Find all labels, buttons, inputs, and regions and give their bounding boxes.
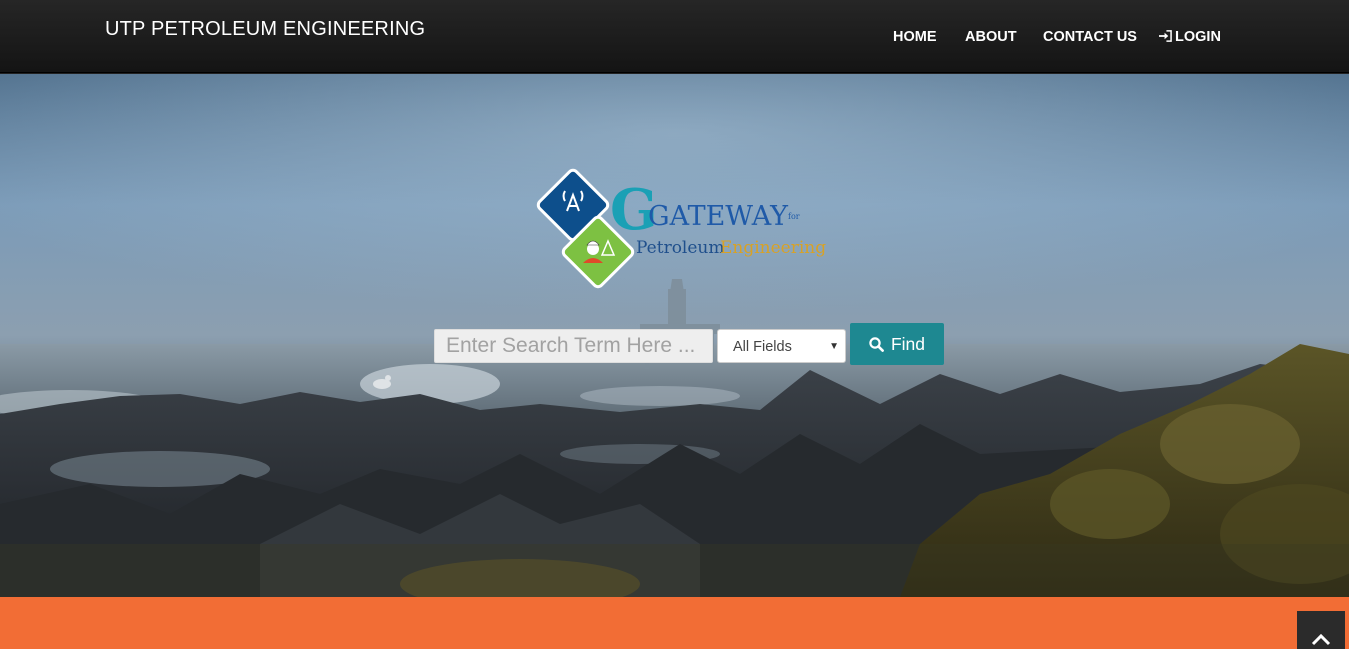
- sign-in-icon: [1159, 30, 1172, 42]
- orange-section: [0, 597, 1349, 649]
- search-input[interactable]: [434, 329, 713, 363]
- chevron-down-icon: ▼: [829, 341, 839, 352]
- nav-home[interactable]: HOME: [893, 29, 937, 45]
- logo-engineering-text: Engineering: [720, 238, 826, 258]
- navbar: UTP PETROLEUM ENGINEERING HOME ABOUT CON…: [0, 0, 1349, 73]
- brand-link[interactable]: UTP PETROLEUM ENGINEERING: [105, 18, 425, 41]
- field-select[interactable]: All Fields ▼: [717, 329, 846, 363]
- scroll-to-top-button[interactable]: [1297, 611, 1345, 649]
- nav-login-label: LOGIN: [1175, 29, 1221, 45]
- logo-wordmark: GATEWAY: [648, 201, 789, 232]
- logo-for-text: for: [788, 212, 800, 221]
- logo-petroleum-text: Petroleum: [636, 238, 725, 258]
- chevron-up-icon: [1311, 633, 1331, 646]
- nav-about[interactable]: ABOUT: [965, 29, 1017, 45]
- find-button[interactable]: Find: [850, 323, 944, 365]
- field-select-value: All Fields: [733, 339, 792, 355]
- hero-section: G GATEWAY for Petroleum Engineering All …: [0, 74, 1349, 597]
- gateway-logo: G GATEWAY for Petroleum Engineering: [536, 168, 826, 289]
- find-button-label: Find: [890, 333, 926, 354]
- nav-login[interactable]: LOGIN: [1159, 29, 1221, 45]
- nav-contact[interactable]: CONTACT US: [1043, 29, 1137, 45]
- search-icon: [869, 336, 884, 352]
